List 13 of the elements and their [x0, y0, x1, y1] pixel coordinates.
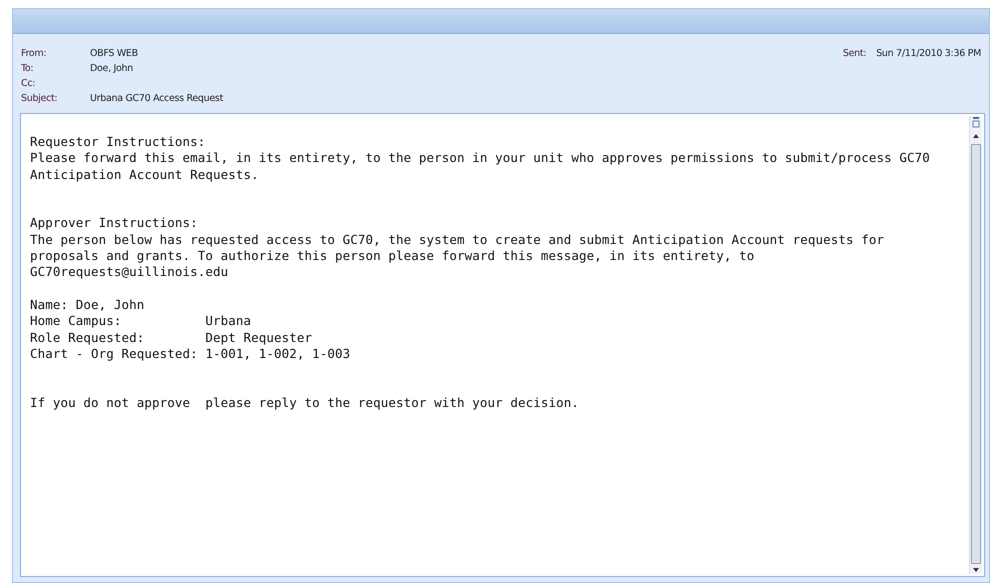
scroll-bar[interactable]	[969, 116, 982, 574]
field-label: Cc:	[21, 78, 36, 89]
field-value: OBFS WEB	[90, 48, 138, 59]
field-value: Urbana GC70 Access Request	[90, 93, 224, 104]
field-label: From:	[21, 48, 48, 59]
sent-label: Sent:	[842, 48, 866, 59]
scroll-thumb[interactable]	[971, 144, 981, 564]
sent-value: Sun 7/11/2010 3:36 PM	[876, 48, 981, 59]
field-label: To:	[21, 63, 34, 74]
field-label: Subject:	[21, 93, 58, 104]
message-text: Requestor Instructions: Please forward this email, in its entirety, to the person in your unit who approves permissions to submit/process GC70 Anticipation Account Requests. Approver Instructions: The person below has requested access to GC70, the system to create and submit Anticipation Account requests for proposals and grants. To authorize this person please forward this message, in its entirety, to GC70requests@uillinois.edu Name: Doe, John Home Campus: Urbana Role Requested: Dept Requester Chart - Org Requested: 1-001, 1-002, 1-003 If you do not approve please reply to the requestor with your decision.	[29, 133, 931, 412]
field-value: Doe, John	[90, 63, 133, 74]
scroll-down-icon[interactable]	[972, 566, 980, 574]
